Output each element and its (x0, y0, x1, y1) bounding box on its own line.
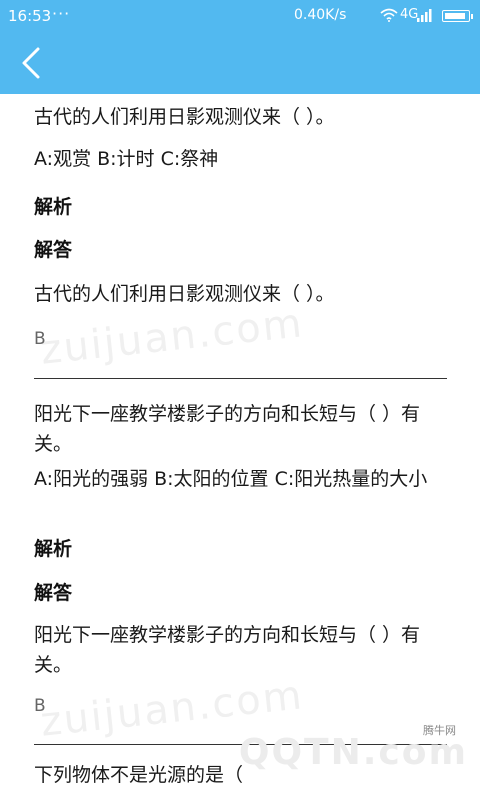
site-watermark: zuijuan.com (38, 672, 306, 746)
signal-icon (417, 9, 432, 22)
question-text: 下列物体不是光源的是（ (34, 764, 244, 786)
status-bar: 16:53 ··· 0.40K/s 4G (0, 0, 480, 33)
network-type: 4G (400, 7, 419, 22)
answer-heading: 解答 (34, 582, 73, 604)
wifi-icon (380, 8, 398, 22)
answer-question-text: 阳光下一座教学楼影子的方向和长短与（ ）有关。 (34, 624, 421, 676)
divider (34, 744, 447, 745)
answer-heading: 解答 (34, 239, 73, 261)
question-options: A:阳光的强弱 B:太阳的位置 C:阳光热量的大小 (34, 468, 428, 490)
analysis-heading: 解析 (34, 196, 73, 218)
answer-value: B (34, 329, 46, 349)
battery-icon (442, 10, 473, 22)
answer-value: B (34, 696, 46, 716)
question-text: 阳光下一座教学楼影子的方向和长短与（ ）有关。 (34, 403, 421, 455)
back-arrow-icon[interactable] (14, 43, 50, 83)
analysis-heading: 解析 (34, 538, 73, 560)
status-more-icon: ··· (52, 4, 71, 23)
status-network-speed: 0.40K/s (294, 7, 347, 23)
question-options: A:观赏 B:计时 C:祭神 (34, 148, 219, 170)
question-text: 古代的人们利用日影观测仪来（ ）。 (34, 106, 335, 128)
status-time: 16:53 (8, 7, 52, 25)
app-bar (0, 33, 480, 94)
question-list[interactable]: 古代的人们利用日影观测仪来（ ）。 A:观赏 B:计时 C:祭神 解析 解答 古… (0, 94, 480, 800)
divider (34, 378, 447, 379)
site-watermark: zuijuan.com (38, 300, 306, 374)
answer-question-text: 古代的人们利用日影观测仪来（ ）。 (34, 283, 335, 305)
